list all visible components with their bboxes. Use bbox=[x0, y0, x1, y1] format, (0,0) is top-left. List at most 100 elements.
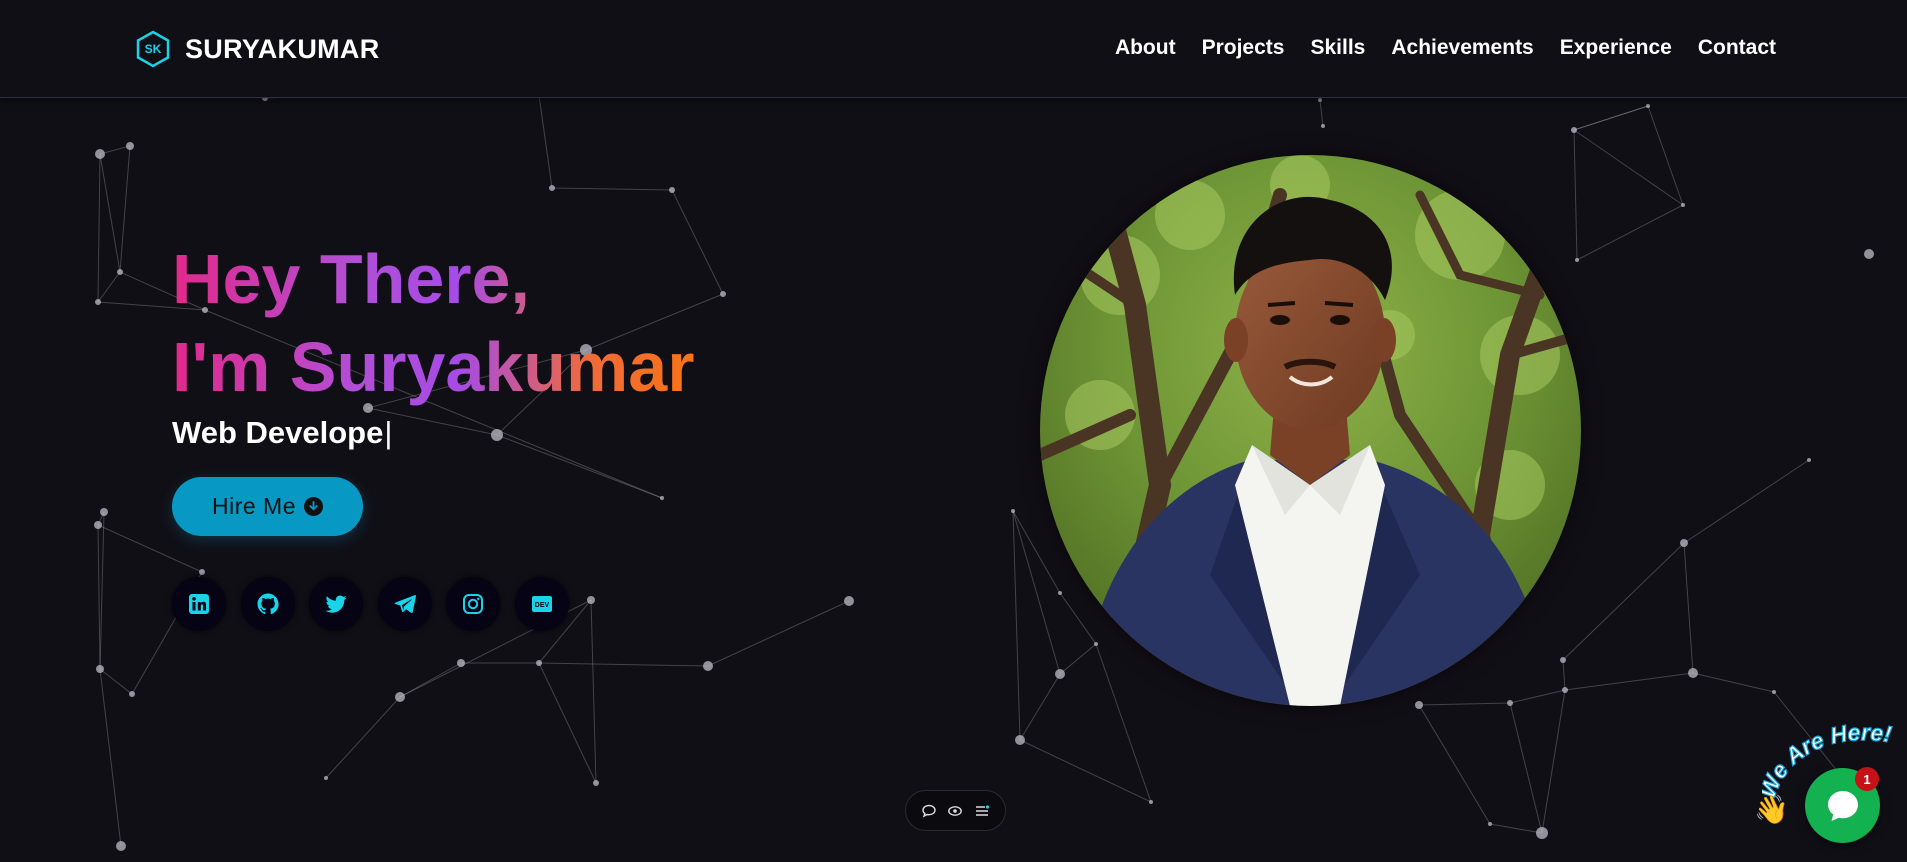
network-node bbox=[720, 291, 726, 297]
nav-projects[interactable]: Projects bbox=[1202, 36, 1285, 60]
network-link bbox=[1012, 510, 1061, 675]
network-node bbox=[1011, 509, 1015, 513]
network-node bbox=[1015, 735, 1025, 745]
network-node bbox=[1058, 591, 1062, 595]
network-node bbox=[1149, 800, 1153, 804]
network-node bbox=[457, 659, 465, 667]
linkedin-link[interactable] bbox=[172, 577, 226, 631]
nav-skills[interactable]: Skills bbox=[1310, 36, 1365, 60]
network-link bbox=[97, 153, 101, 303]
comment-icon[interactable] bbox=[921, 803, 937, 819]
dev-icon: DEV bbox=[531, 596, 552, 612]
network-link bbox=[1012, 510, 1021, 741]
network-node bbox=[100, 508, 108, 516]
twitter-link[interactable] bbox=[309, 577, 363, 631]
network-link bbox=[538, 662, 597, 784]
dev-link[interactable]: DEV bbox=[514, 577, 569, 631]
network-link bbox=[1319, 99, 1324, 127]
network-link bbox=[1564, 672, 1694, 691]
list-icon[interactable] bbox=[974, 803, 990, 819]
network-link bbox=[1562, 542, 1685, 661]
instagram-link[interactable] bbox=[446, 577, 500, 631]
network-node bbox=[1864, 249, 1874, 259]
network-link bbox=[1573, 105, 1649, 131]
network-link bbox=[1418, 704, 1491, 825]
network-node bbox=[1688, 668, 1698, 678]
network-node bbox=[703, 661, 713, 671]
network-node bbox=[844, 596, 854, 606]
network-node bbox=[587, 596, 595, 604]
nav-about[interactable]: About bbox=[1115, 36, 1176, 60]
eye-icon[interactable] bbox=[947, 803, 963, 819]
role-text: Web Develope bbox=[172, 415, 384, 450]
network-node bbox=[549, 185, 555, 191]
wave-hand-icon: 👋 bbox=[1754, 794, 1789, 825]
site-header: SK SURYAKUMAR About Projects Skills Achi… bbox=[0, 0, 1907, 98]
network-link bbox=[1647, 105, 1684, 206]
network-node bbox=[660, 496, 664, 500]
network-link bbox=[399, 662, 462, 698]
github-link[interactable] bbox=[240, 577, 295, 631]
network-link bbox=[1509, 702, 1543, 834]
network-node bbox=[1575, 258, 1579, 262]
network-link bbox=[97, 271, 121, 303]
network-link bbox=[1509, 689, 1566, 704]
network-node bbox=[1646, 104, 1650, 108]
network-node bbox=[94, 521, 102, 529]
network-node bbox=[1055, 669, 1065, 679]
network-link bbox=[551, 187, 673, 191]
nav-achievements[interactable]: Achievements bbox=[1391, 36, 1533, 60]
network-node bbox=[1681, 203, 1685, 207]
network-link bbox=[99, 668, 122, 847]
network-link bbox=[538, 662, 709, 667]
network-link bbox=[1019, 739, 1152, 803]
network-link bbox=[1012, 510, 1061, 594]
network-node bbox=[1536, 827, 1548, 839]
network-node bbox=[199, 569, 205, 575]
instagram-icon bbox=[463, 594, 483, 614]
main-nav: About Projects Skills Achievements Exper… bbox=[1089, 36, 1776, 60]
network-link bbox=[1541, 689, 1566, 834]
network-node bbox=[1318, 98, 1322, 102]
network-node bbox=[1807, 458, 1811, 462]
network-node bbox=[1507, 700, 1513, 706]
telegram-icon bbox=[394, 595, 416, 614]
network-link bbox=[99, 511, 105, 670]
network-link bbox=[1683, 459, 1810, 544]
hero-greeting: Hey There, bbox=[172, 240, 530, 318]
download-arrow-icon bbox=[304, 497, 323, 516]
network-node bbox=[1415, 701, 1423, 709]
network-node bbox=[1321, 124, 1325, 128]
network-node bbox=[95, 299, 101, 305]
network-link bbox=[97, 524, 101, 670]
network-node bbox=[117, 269, 123, 275]
hire-me-button[interactable]: Hire Me bbox=[172, 477, 363, 536]
network-node bbox=[536, 660, 542, 666]
brand-name[interactable]: SURYAKUMAR bbox=[185, 34, 380, 65]
brand[interactable]: SK SURYAKUMAR bbox=[134, 30, 380, 68]
network-node bbox=[1772, 690, 1776, 694]
network-link bbox=[1573, 129, 1578, 261]
hero-intro: I'm Suryakumar bbox=[172, 328, 695, 406]
nav-contact[interactable]: Contact bbox=[1698, 36, 1776, 60]
network-node bbox=[95, 149, 105, 159]
typing-cursor: | bbox=[384, 415, 393, 450]
network-node bbox=[1094, 642, 1098, 646]
logo-text: SK bbox=[144, 42, 162, 56]
logo-icon[interactable]: SK bbox=[134, 30, 172, 68]
telegram-link[interactable] bbox=[377, 577, 432, 631]
network-link bbox=[1418, 702, 1511, 706]
network-link bbox=[707, 600, 850, 667]
social-links: DEV bbox=[172, 577, 583, 631]
twitter-icon bbox=[325, 595, 347, 613]
network-link bbox=[1576, 204, 1684, 261]
network-link bbox=[1059, 643, 1097, 675]
network-link bbox=[1573, 129, 1684, 206]
network-node bbox=[491, 429, 503, 441]
network-node bbox=[1562, 687, 1568, 693]
nav-experience[interactable]: Experience bbox=[1560, 36, 1672, 60]
network-link bbox=[1019, 673, 1061, 741]
network-link bbox=[1059, 592, 1097, 645]
network-link bbox=[1095, 643, 1152, 803]
network-node bbox=[669, 187, 675, 193]
